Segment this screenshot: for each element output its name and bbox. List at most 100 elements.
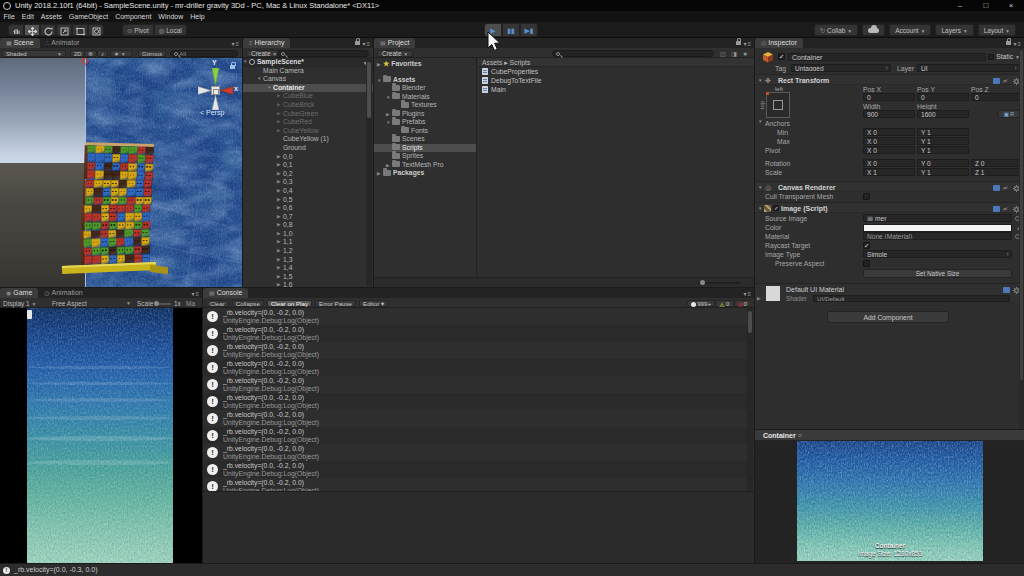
image-enabled-checkbox[interactable]: ✓ [773,205,779,211]
tab-animation[interactable]: ◷Animation [38,288,88,298]
active-checkbox[interactable]: ✓ [778,53,785,60]
project-folder[interactable]: ▶Plugins [374,110,476,119]
source-image-field[interactable]: ▦ mer [863,214,1012,222]
local-button[interactable]: ◍ Local [154,24,187,36]
canvas-pivot-handle[interactable] [100,72,105,77]
pause-button[interactable]: ▮▮ [502,23,520,37]
console-scrollbar[interactable] [747,308,753,491]
hierarchy-item[interactable]: CubeYellow (1) [243,135,373,144]
scene-viewport[interactable]: Y x < Persp [0,58,242,287]
aspect-dropdown[interactable]: Free Aspect [52,300,87,307]
hierarchy-item[interactable]: ▶0,8 [243,221,373,230]
help-icon[interactable] [993,206,1000,212]
anchors-foldout[interactable]: ▼ [758,119,762,124]
project-folder[interactable]: Scenes [374,135,476,144]
hierarchy-item[interactable]: ▶CubeRed [243,118,373,127]
hierarchy-item[interactable]: ▶0,2 [243,170,373,179]
hierarchy-item[interactable]: ▼Canvas [243,75,373,84]
menu-help[interactable]: Help [187,11,208,22]
hierarchy-item[interactable]: ▶CubeYellow [243,127,373,136]
transform-tool-button[interactable] [88,24,104,36]
inspector-scrollbar[interactable] [1019,48,1024,429]
preset-icon[interactable]: ≓ [1003,206,1010,212]
image-type-dropdown[interactable]: Simple↕ [863,250,1012,258]
name-field[interactable]: Container [788,53,986,61]
icon-size-slider[interactable] [698,282,740,284]
tab-scene[interactable]: ▦Scene [0,38,40,48]
hierarchy-item[interactable]: ▶0,1 [243,161,373,170]
console-log-row[interactable]: !_rb.velocity=(0.0, -0.2, 0.0)UnityEngin… [203,427,754,444]
scene-light-toggle[interactable]: ⊛ [84,50,97,57]
scene-search-input[interactable]: All [170,50,238,57]
max-y-field[interactable]: Y 1 [917,137,969,145]
rot-x-field[interactable]: X 0 [863,159,915,167]
pos-x-field[interactable]: 0 [863,93,915,101]
help-icon[interactable] [1003,287,1010,293]
error-count-toggle[interactable]: 0 [734,300,751,307]
info-count-toggle[interactable]: 999+ [687,300,715,307]
hierarchy-item[interactable]: ▶1,2 [243,247,373,256]
static-dropdown[interactable]: Static ▼ [988,53,1020,60]
step-button[interactable]: ▶▮ [520,23,538,37]
preserve-aspect-checkbox[interactable] [863,260,870,267]
scene-fx-dropdown[interactable]: ∗ ▼ [110,50,132,57]
hierarchy-scene-header[interactable]: ▼SampleScene*▾≡ [243,58,373,67]
project-search-input[interactable] [552,50,714,57]
scene-panel-menu-icon[interactable]: ▾≡ [231,40,240,47]
scene-orientation-gizmo[interactable]: Y x < Persp [197,62,237,114]
rot-z-field[interactable]: Z 0 [971,159,1021,167]
hierarchy-item[interactable]: ▶CubeGreen [243,110,373,119]
console-button-collapse[interactable]: Collapse [232,300,264,307]
layout-dropdown[interactable]: Layout ▼ [978,24,1016,36]
gizmos-dropdown[interactable]: Gizmos ▼ [138,50,166,57]
console-log-row[interactable]: !_rb.velocity=(0.0, -0.2, 0.0)UnityEngin… [203,393,754,410]
hierarchy-item[interactable]: ▶0,5 [243,196,373,205]
color-swatch[interactable] [863,224,1012,232]
hierarchy-item[interactable]: ▶1,6 [243,281,373,287]
project-folder[interactable]: Textures [374,101,476,110]
hierarchy-item[interactable]: ▶CubeBrick [243,101,373,110]
hierarchy-item[interactable]: ▶0,4 [243,187,373,196]
game-panel-menu-icon[interactable]: ▾≡ [191,290,200,297]
hierarchy-item[interactable]: ▶0,0 [243,153,373,162]
hierarchy-item[interactable]: ▼Container [243,84,373,93]
tag-dropdown[interactable]: Untagged↕ [791,64,891,72]
pivot-y-field[interactable]: Y 1 [917,146,969,154]
collab-dropdown[interactable]: ↻ Collab ▼ [814,24,858,36]
hierarchy-item[interactable]: ▶0,7 [243,213,373,222]
warning-count-toggle[interactable]: 0 [715,300,733,307]
hand-tool-button[interactable] [8,24,24,36]
console-panel-menu-icon[interactable]: ▾≡ [743,290,752,297]
move-tool-button[interactable] [24,24,40,36]
gizmo-center-cube[interactable] [211,86,220,95]
set-native-size-button[interactable]: Set Native Size [863,269,1012,278]
console-button-clear-on-play[interactable]: Clear on Play [267,300,312,307]
project-folder[interactable]: ▼Prefabs [374,118,476,127]
raycast-checkbox[interactable]: ✓ [863,242,870,249]
min-x-field[interactable]: X 0 [863,128,915,136]
tab-inspector[interactable]: ◎Inspector [755,38,803,48]
console-button-editor[interactable]: Editor ▾ [359,300,388,307]
layer-dropdown[interactable]: UI↕ [917,64,1020,72]
console-log-row[interactable]: !_rb.velocity=(0.0, -0.2, 0.0)UnityEngin… [203,342,754,359]
component-icons[interactable]: ≓ [993,78,1020,84]
menu-gameobject[interactable]: GameObject [65,11,111,22]
project-file[interactable]: DebugToTextFile [478,76,754,85]
rect-transform-header[interactable]: ▼ ✥ Rect Transform ≓ [755,74,1024,85]
scale-y-field[interactable]: Y 1 [917,168,969,176]
material-field[interactable]: None (Material) [863,232,1012,240]
scale-z-field[interactable]: Z 1 [971,168,1021,176]
gizmo-persp-label[interactable]: < Persp [200,109,224,116]
add-component-button[interactable]: Add Component [827,311,949,323]
scale-slider[interactable] [155,303,171,305]
layers-dropdown[interactable]: Layers ▼ [935,24,973,36]
rotate-tool-button[interactable] [40,24,56,36]
display-dropdown[interactable]: Display 1 ▼ [3,300,37,307]
minimize-button[interactable]: – [954,0,966,11]
material-foldout[interactable]: ▶ [757,296,760,301]
restore-button[interactable]: □ [980,0,992,11]
menu-assets[interactable]: Assets [37,11,65,22]
preset-icon[interactable]: ≓ [1003,78,1010,84]
project-folder[interactable]: ▼Assets [374,76,476,85]
cull-checkbox[interactable] [863,193,870,200]
